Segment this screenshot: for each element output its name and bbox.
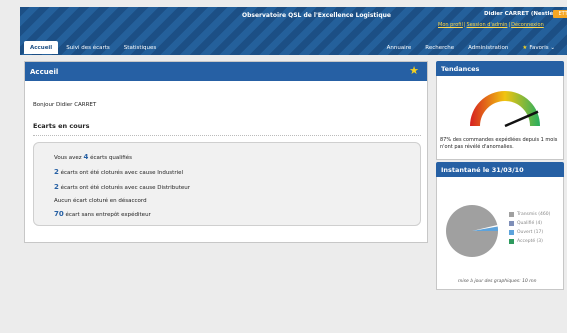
legend-label: Accepté (3) [517,239,543,244]
ecart-line: 70 écart sans entrepôt expéditeur [54,210,151,218]
gauge-arc [470,91,540,126]
accueil-panel: Accueil ★ Bonjour Didier CARRET Ecarts e… [24,61,428,243]
ecart-text: écarts ont été cloturés avec cause Distr… [58,185,191,191]
pie-legend: Transmis (460) Qualifié (4) Ouvert (17) … [509,210,550,246]
tab-annuaire[interactable]: Annuaire [381,41,418,54]
tab-favoris[interactable]: ★ Favoris ⌄ [516,41,561,54]
ecart-text: Aucun écart cloturé en désaccord [54,198,147,204]
pie-chart [446,205,498,257]
legend-label: Qualifié (4) [517,221,543,226]
top-bar: Observatoire QSL de l'Excellence Logisti… [20,7,567,55]
legend-label: Ouvert (17) [517,230,544,235]
logout-link[interactable]: Déconnexion [511,22,544,28]
ecart-line: Vous avez 4 écarts qualifiés [54,153,132,161]
star-icon: ★ [522,45,528,51]
ecart-text: Vous avez [54,155,84,161]
legend-item: Ouvert (17) [509,228,550,237]
tab-administration[interactable]: Administration [462,41,514,54]
favorite-star-icon[interactable]: ★ [409,65,419,76]
legend-label: Transmis (460) [517,212,551,217]
legend-swatch [509,239,514,244]
tab-recherche[interactable]: Recherche [419,41,460,54]
legend-swatch [509,230,514,235]
legend-item: Qualifié (4) [509,219,550,228]
ecart-line: 2 écarts ont été cloturés avec cause Ind… [54,168,183,176]
legend-item: Transmis (460) [509,210,550,219]
ecart-text: écarts ont été cloturés avec cause Indus… [58,170,184,176]
app-title: Observatoire QSL de l'Excellence Logisti… [242,12,391,19]
main-tabs: Accueil Suivi des écarts Statistiques [24,41,162,54]
divider [33,135,421,136]
tendances-text: 87% des commandes expédiées depuis 1 moi… [440,137,558,150]
legend-item: Accepté (3) [509,237,550,246]
ecart-text: écarts qualifiés [88,155,133,161]
greeting: Bonjour Didier CARRET [33,102,97,108]
instantane-header: Instantané le 31/03/10 [436,162,564,177]
gauge-chart [470,91,540,128]
update-note: mise à jour des graphiques: 10 mn [458,279,537,284]
user-name: Didier CARRET (Nestlé) [484,11,556,17]
user-badge[interactable]: ETTD [553,10,567,18]
tab-accueil[interactable]: Accueil [24,41,59,54]
legend-swatch [509,221,514,226]
panel-title: Accueil [30,68,59,76]
user-links: Mon profil|Session d'admin|Déconnexion [438,22,544,28]
ecart-line: Aucun écart cloturé en désaccord [54,198,147,204]
profile-link[interactable]: Mon profil [438,22,463,28]
tab-statistiques[interactable]: Statistiques [118,41,162,54]
ecarts-summary-box: Vous avez 4 écarts qualifiés 2 écarts on… [33,142,421,226]
ecart-count-link[interactable]: 70 [54,210,64,218]
tab-favoris-label: Favoris ⌄ [529,45,555,51]
secondary-tabs: Annuaire Recherche Administration ★ Favor… [381,41,561,54]
tab-suivi-ecarts[interactable]: Suivi des écarts [60,41,116,54]
tendances-header: Tendances [436,61,564,76]
section-title: Ecarts en cours [33,122,90,130]
panel-header: Accueil ★ [25,62,427,81]
admin-session-link[interactable]: Session d'admin [467,22,508,28]
ecart-line: 2 écarts ont été cloturés avec cause Dis… [54,183,190,191]
legend-swatch [509,212,514,217]
ecart-text: écart sans entrepôt expéditeur [63,212,151,218]
